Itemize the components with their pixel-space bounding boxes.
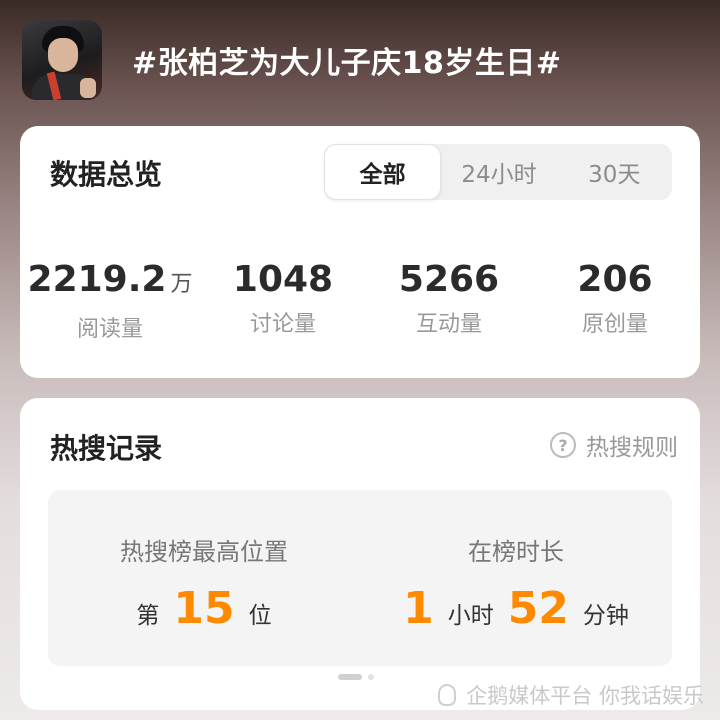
peak-position-value: 第 15 位 <box>48 583 360 634</box>
hot-search-card: 热搜记录 ? 热搜规则 热搜榜最高位置 第 15 位 在榜时长 1 小时 52 … <box>20 398 700 710</box>
duration-value: 1 小时 52 分钟 <box>360 583 672 634</box>
stat-original-label: 原创量 <box>581 312 648 337</box>
overview-title: 数据总览 <box>50 158 163 191</box>
stat-discuss-value: 1048 <box>232 259 334 300</box>
penguin-logo-icon <box>434 682 460 708</box>
overview-card: 数据总览 全部 24小时 30天 2219.2 万 阅读量 1048 讨论量 52… <box>20 126 700 378</box>
stat-discuss-label: 讨论量 <box>249 312 316 337</box>
stat-interact: 5266 互动量 <box>366 258 532 343</box>
stats-row: 2219.2 万 阅读量 1048 讨论量 5266 互动量 206 原创量 <box>20 258 700 343</box>
peak-prefix: 第 <box>136 603 160 629</box>
duration-hours-unit: 小时 <box>447 603 494 629</box>
tab-all[interactable]: 全部 <box>324 144 442 200</box>
stat-interact-label: 互动量 <box>415 312 482 337</box>
stat-interact-value: 5266 <box>398 259 500 300</box>
peak-position: 热搜榜最高位置 第 15 位 <box>48 490 360 666</box>
page-indicator <box>338 674 374 680</box>
avatar-face <box>48 38 78 72</box>
watermark: 企鹅媒体平台 你我话娱乐 <box>434 680 704 710</box>
stat-original-value: 206 <box>577 259 653 300</box>
on-list-duration: 在榜时长 1 小时 52 分钟 <box>360 490 672 666</box>
stat-discuss: 1048 讨论量 <box>200 258 366 343</box>
stat-read-number: 2219.2 <box>27 259 167 300</box>
stat-original: 206 原创量 <box>532 258 698 343</box>
topic-title: #张柏芝为大儿子庆18岁生日# <box>132 46 562 81</box>
page-dot-active <box>338 674 362 680</box>
avatar-hand <box>80 78 96 98</box>
hot-search-title: 热搜记录 <box>50 432 163 465</box>
tab-30d[interactable]: 30天 <box>557 144 672 200</box>
rules-label: 热搜规则 <box>586 435 678 461</box>
watermark-text: 企鹅媒体平台 你我话娱乐 <box>466 684 704 708</box>
duration-minutes: 52 <box>507 583 569 634</box>
user-avatar[interactable] <box>22 20 102 100</box>
question-circle-icon: ? <box>550 432 576 458</box>
peak-suffix: 位 <box>248 603 272 629</box>
duration-hours: 1 <box>403 583 434 634</box>
stat-read: 2219.2 万 阅读量 <box>20 258 200 343</box>
time-range-tabs: 全部 24小时 30天 <box>324 144 672 200</box>
page-dot <box>368 674 374 680</box>
tab-24h[interactable]: 24小时 <box>441 144 556 200</box>
duration-minutes-unit: 分钟 <box>582 603 629 629</box>
hot-search-rules-link[interactable]: ? 热搜规则 <box>550 428 678 462</box>
peak-number: 15 <box>173 583 235 634</box>
hot-search-record-box: 热搜榜最高位置 第 15 位 在榜时长 1 小时 52 分钟 <box>48 490 672 666</box>
stat-read-unit: 万 <box>170 272 193 297</box>
peak-position-label: 热搜榜最高位置 <box>120 538 288 566</box>
stat-read-label: 阅读量 <box>76 317 143 342</box>
duration-label: 在榜时长 <box>468 538 564 566</box>
topic-header: #张柏芝为大儿子庆18岁生日# <box>22 18 702 102</box>
stat-read-value: 2219.2 万 <box>20 258 200 307</box>
